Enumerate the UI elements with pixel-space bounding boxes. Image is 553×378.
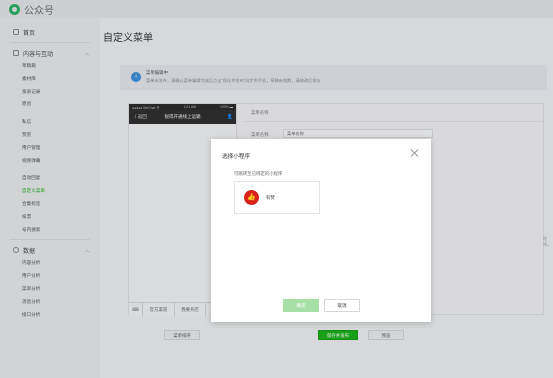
confirm-button[interactable]: 确定 [283,299,319,312]
cancel-button[interactable]: 取消 [324,299,360,312]
miniprogram-name: 有赞 [266,194,275,200]
select-miniprogram-dialog: 选择小程序 可跳转至已绑定的小程序 👍 有赞 确定 取消 [211,139,431,322]
miniprogram-card[interactable]: 👍 有赞 [234,181,320,214]
dialog-title: 选择小程序 [222,154,250,160]
dialog-subtitle: 可跳转至已绑定的小程序 [234,171,283,176]
thumbs-up-icon: 👍 [244,190,259,205]
close-icon[interactable] [410,148,419,157]
